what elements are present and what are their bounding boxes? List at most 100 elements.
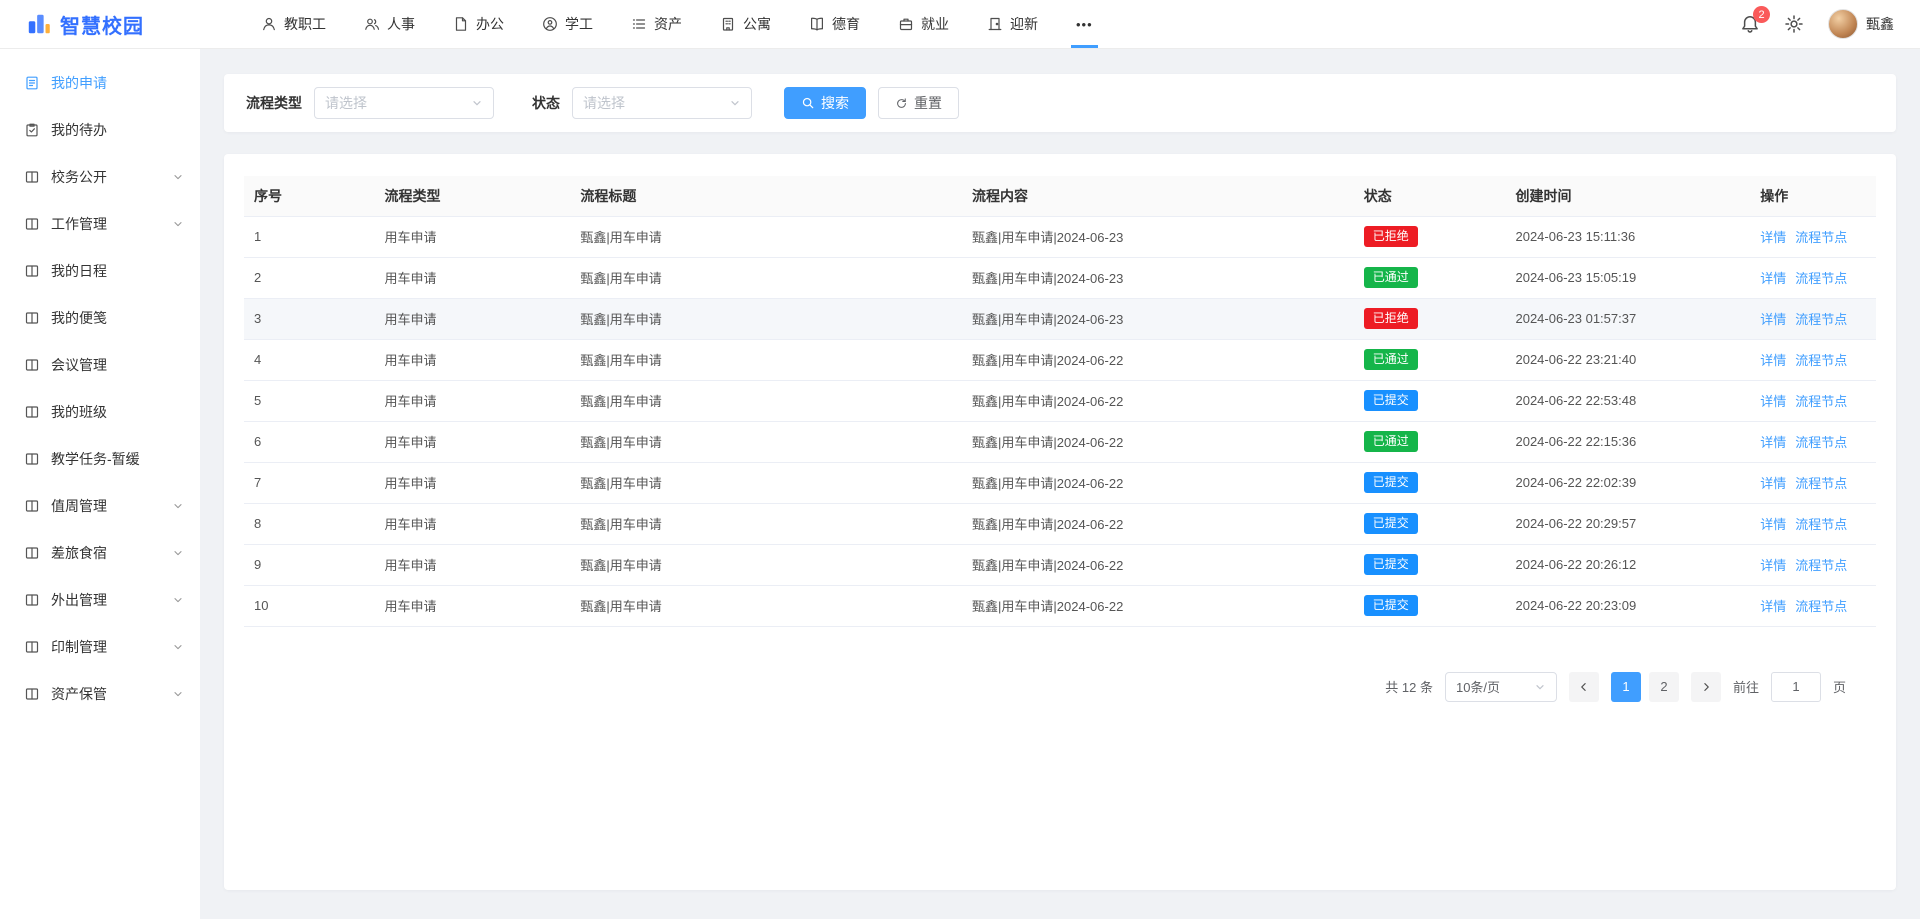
sidebar-item-asset-custody[interactable]: 资产保管 bbox=[0, 670, 200, 717]
sidebar-item-my-schedule[interactable]: 我的日程 bbox=[0, 247, 200, 294]
row-actions: 详情流程节点 bbox=[1760, 514, 1866, 533]
main-content: 流程类型 请选择 状态 请选择 搜索 bbox=[200, 49, 1920, 919]
detail-link[interactable]: 详情 bbox=[1760, 555, 1786, 574]
goto-page-input[interactable] bbox=[1771, 672, 1821, 702]
moral-icon bbox=[809, 16, 825, 32]
detail-link[interactable]: 详情 bbox=[1760, 432, 1786, 451]
status-placeholder: 请选择 bbox=[583, 93, 625, 113]
flow-type: 用车申请 bbox=[375, 298, 571, 339]
status-select[interactable]: 请选择 bbox=[572, 87, 752, 119]
nav-item-label: 办公 bbox=[476, 14, 504, 34]
nav-item-employment[interactable]: 就业 bbox=[879, 0, 968, 48]
sidebar-item-school-affairs[interactable]: 校务公开 bbox=[0, 153, 200, 200]
detail-link[interactable]: 详情 bbox=[1760, 514, 1786, 533]
row-number: 1 bbox=[244, 216, 375, 257]
row-number: 6 bbox=[244, 421, 375, 462]
flow-content: 甄鑫|用车申请|2024-06-22 bbox=[962, 585, 1354, 626]
sidebar-item-label: 会议管理 bbox=[51, 355, 107, 375]
flow-node-link[interactable]: 流程节点 bbox=[1795, 432, 1847, 451]
sidebar-item-my-applications[interactable]: 我的申请 bbox=[0, 59, 200, 106]
sidebar-item-my-todos[interactable]: 我的待办 bbox=[0, 106, 200, 153]
detail-link[interactable]: 详情 bbox=[1760, 391, 1786, 410]
nav-item-moral[interactable]: 德育 bbox=[790, 0, 879, 48]
page-button-1[interactable]: 1 bbox=[1611, 672, 1641, 702]
status-badge: 已提交 bbox=[1364, 472, 1418, 493]
search-button[interactable]: 搜索 bbox=[784, 87, 866, 119]
page-buttons: 12 bbox=[1611, 672, 1679, 702]
flow-node-link[interactable]: 流程节点 bbox=[1795, 350, 1847, 369]
menu-icon bbox=[24, 310, 40, 326]
reset-button-label: 重置 bbox=[914, 93, 942, 113]
sidebar-item-meeting-management[interactable]: 会议管理 bbox=[0, 341, 200, 388]
chevron-right-icon bbox=[1700, 681, 1712, 693]
sidebar-item-my-notes[interactable]: 我的便笺 bbox=[0, 294, 200, 341]
menu-icon bbox=[24, 686, 40, 702]
sidebar-item-label: 校务公开 bbox=[51, 167, 107, 187]
nav-item-staff[interactable]: 教职工 bbox=[242, 0, 345, 48]
flow-title: 甄鑫|用车申请 bbox=[570, 216, 962, 257]
sidebar-item-travel-board[interactable]: 差旅食宿 bbox=[0, 529, 200, 576]
nav-item-hr[interactable]: 人事 bbox=[345, 0, 434, 48]
sidebar-item-work-management[interactable]: 工作管理 bbox=[0, 200, 200, 247]
sidebar-item-label: 外出管理 bbox=[51, 590, 107, 610]
column-header: 流程标题 bbox=[570, 176, 962, 216]
flow-title: 甄鑫|用车申请 bbox=[570, 544, 962, 585]
flow-node-link[interactable]: 流程节点 bbox=[1795, 514, 1847, 533]
flow-node-link[interactable]: 流程节点 bbox=[1795, 473, 1847, 492]
created-time: 2024-06-22 22:15:36 bbox=[1505, 421, 1750, 462]
flow-node-link[interactable]: 流程节点 bbox=[1795, 555, 1847, 574]
menu-icon bbox=[24, 451, 40, 467]
settings-button[interactable] bbox=[1784, 14, 1804, 34]
nav-item-welcome[interactable]: 迎新 bbox=[968, 0, 1057, 48]
flow-content: 甄鑫|用车申请|2024-06-22 bbox=[962, 421, 1354, 462]
nav-item-more[interactable]: ••• bbox=[1057, 0, 1112, 48]
notifications-button[interactable]: 2 bbox=[1740, 14, 1760, 34]
page-button-2[interactable]: 2 bbox=[1649, 672, 1679, 702]
flow-type-select[interactable]: 请选择 bbox=[314, 87, 494, 119]
nav-item-label: 人事 bbox=[387, 14, 415, 34]
flow-node-link[interactable]: 流程节点 bbox=[1795, 391, 1847, 410]
flow-content: 甄鑫|用车申请|2024-06-23 bbox=[962, 298, 1354, 339]
total-count: 共 12 条 bbox=[1385, 677, 1433, 696]
page-size-select[interactable]: 10条/页 bbox=[1445, 672, 1557, 702]
detail-link[interactable]: 详情 bbox=[1760, 596, 1786, 615]
flow-node-link[interactable]: 流程节点 bbox=[1795, 227, 1847, 246]
flow-node-link[interactable]: 流程节点 bbox=[1795, 596, 1847, 615]
detail-link[interactable]: 详情 bbox=[1760, 350, 1786, 369]
detail-link[interactable]: 详情 bbox=[1760, 268, 1786, 287]
table-row: 1用车申请甄鑫|用车申请甄鑫|用车申请|2024-06-23已拒绝2024-06… bbox=[244, 216, 1876, 257]
flow-type: 用车申请 bbox=[375, 462, 571, 503]
next-page-button[interactable] bbox=[1691, 672, 1721, 702]
sidebar-item-printing-management[interactable]: 印制管理 bbox=[0, 623, 200, 670]
sidebar-item-weekly-duty[interactable]: 值周管理 bbox=[0, 482, 200, 529]
flow-node-link[interactable]: 流程节点 bbox=[1795, 268, 1847, 287]
nav-item-asset[interactable]: 资产 bbox=[612, 0, 701, 48]
student-icon bbox=[542, 16, 558, 32]
created-time: 2024-06-23 01:57:37 bbox=[1505, 298, 1750, 339]
sidebar-item-my-classes[interactable]: 我的班级 bbox=[0, 388, 200, 435]
reset-button[interactable]: 重置 bbox=[878, 87, 959, 119]
created-time: 2024-06-22 20:26:12 bbox=[1505, 544, 1750, 585]
nav-item-label: 资产 bbox=[654, 14, 682, 34]
detail-link[interactable]: 详情 bbox=[1760, 309, 1786, 328]
created-time: 2024-06-22 23:21:40 bbox=[1505, 339, 1750, 380]
flow-node-link[interactable]: 流程节点 bbox=[1795, 309, 1847, 328]
detail-link[interactable]: 详情 bbox=[1760, 227, 1786, 246]
sidebar-item-label: 工作管理 bbox=[51, 214, 107, 234]
employment-icon bbox=[898, 16, 914, 32]
nav-item-apartment[interactable]: 公寓 bbox=[701, 0, 790, 48]
sidebar-item-outing-management[interactable]: 外出管理 bbox=[0, 576, 200, 623]
sidebar-item-teaching-tasks[interactable]: 教学任务-暂缓 bbox=[0, 435, 200, 482]
nav-item-label: 学工 bbox=[565, 14, 593, 34]
detail-link[interactable]: 详情 bbox=[1760, 473, 1786, 492]
row-number: 4 bbox=[244, 339, 375, 380]
flow-type: 用车申请 bbox=[375, 503, 571, 544]
office-icon bbox=[453, 16, 469, 32]
prev-page-button[interactable] bbox=[1569, 672, 1599, 702]
nav-item-student[interactable]: 学工 bbox=[523, 0, 612, 48]
column-header: 操作 bbox=[1750, 176, 1876, 216]
nav-item-office[interactable]: 办公 bbox=[434, 0, 523, 48]
user-menu[interactable]: 甄鑫 bbox=[1828, 9, 1894, 39]
column-header: 序号 bbox=[244, 176, 375, 216]
nav-item-label: 就业 bbox=[921, 14, 949, 34]
